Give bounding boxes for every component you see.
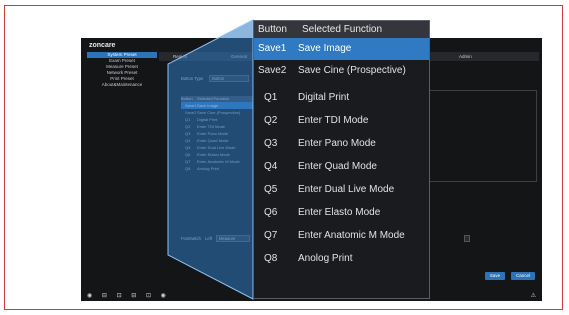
row-key: Q5 xyxy=(264,184,278,195)
row-key: Save2 xyxy=(258,65,287,76)
column-selected-function: Selected Function xyxy=(302,24,383,35)
row-key: Q2 xyxy=(264,115,278,126)
table-row[interactable]: Save1 Save Image xyxy=(254,38,429,60)
table-row[interactable]: Q4 Enter Quad Mode xyxy=(254,156,429,178)
row-function: Enter TDI Mode xyxy=(298,115,369,126)
row-key: Q1 xyxy=(264,92,278,103)
table-row[interactable]: Q8 Anolog Print xyxy=(254,248,429,270)
row-function: Enter Dual Live Mode xyxy=(298,184,395,195)
row-function: Enter Anatomic M Mode xyxy=(298,230,405,241)
table-row[interactable]: Q3 Enter Pano Mode xyxy=(254,133,429,155)
row-function: Enter Pano Mode xyxy=(298,138,376,149)
table-row[interactable]: Q6 Enter Elasto Mode xyxy=(254,202,429,224)
row-key: Q6 xyxy=(264,207,278,218)
table-row[interactable]: Q5 Enter Dual Live Mode xyxy=(254,179,429,201)
column-button: Button xyxy=(258,24,287,35)
row-function: Save Image xyxy=(298,43,352,54)
table-row[interactable]: Save2 Save Cine (Prospective) xyxy=(254,60,429,82)
row-key: Q7 xyxy=(264,230,278,241)
row-function: Save Cine (Prospective) xyxy=(298,65,406,76)
table-row[interactable]: Q7 Enter Anatomic M Mode xyxy=(254,225,429,247)
row-key: Save1 xyxy=(258,43,287,54)
zoomed-function-table: Button Selected Function Save1 Save Imag… xyxy=(253,20,430,299)
row-key: Q8 xyxy=(264,253,278,264)
table-row[interactable]: Q2 Enter TDI Mode xyxy=(254,110,429,132)
row-function: Digital Print xyxy=(298,92,350,103)
row-function: Anolog Print xyxy=(298,253,353,264)
row-function: Enter Elasto Mode xyxy=(298,207,381,218)
row-function: Enter Quad Mode xyxy=(298,161,377,172)
zoom-table-header: Button Selected Function xyxy=(254,21,429,38)
table-row[interactable]: Q1 Digital Print xyxy=(254,87,429,109)
callout-polygon xyxy=(167,19,254,300)
row-key: Q4 xyxy=(264,161,278,172)
row-key: Q3 xyxy=(264,138,278,149)
